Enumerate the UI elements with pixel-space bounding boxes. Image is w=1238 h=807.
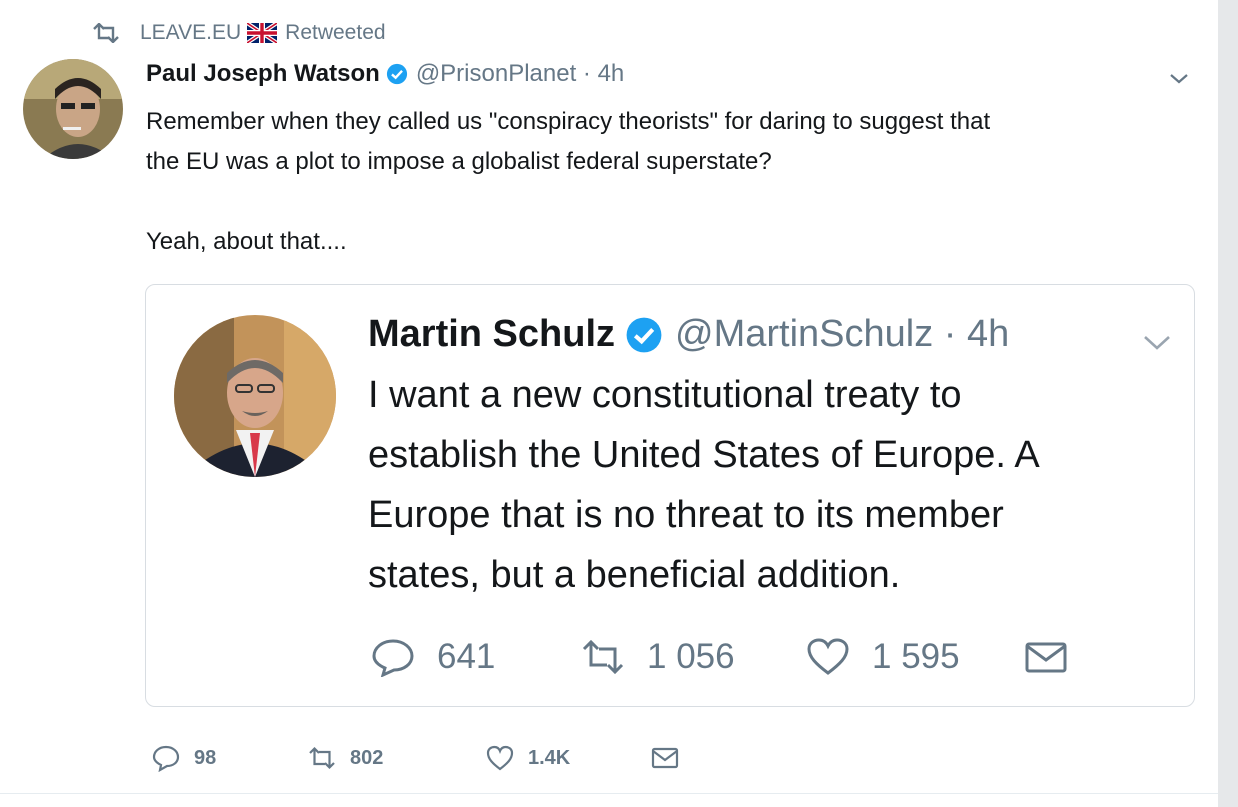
tweet-header: Paul Joseph Watson @PrisonPlanet · 4h <box>146 60 624 88</box>
tweet-text-line: the EU was a plot to impose a globalist … <box>146 148 772 175</box>
retweet-icon <box>309 746 335 770</box>
quoted-author-avatar[interactable] <box>174 315 336 477</box>
reply-icon <box>152 745 180 772</box>
tweet-text-line <box>146 182 1196 222</box>
tweet-card[interactable]: LEAVE.EU Retweeted Paul Joseph Watson @P… <box>0 0 1218 807</box>
quoted-text-line: Europe that is no threat to its member <box>368 494 1004 536</box>
author-name[interactable]: Paul Joseph Watson <box>146 60 380 88</box>
retweet-icon <box>582 639 624 675</box>
quoted-reply-button[interactable]: 641 <box>371 637 581 677</box>
direct-message-icon <box>651 747 679 769</box>
quoted-text-line: states, but a beneficial addition. <box>368 554 901 596</box>
quoted-text-line: I want a new constitutional treaty to <box>368 374 962 416</box>
quoted-tweet-header: Martin Schulz @MartinSchulz · 4h <box>368 313 1009 356</box>
chevron-down-icon[interactable] <box>1141 331 1173 353</box>
quoted-text-line: establish the United States of Europe. A <box>368 434 1040 476</box>
reply-count: 98 <box>194 746 217 769</box>
quoted-retweet-count: 1 056 <box>647 637 735 676</box>
direct-message-icon <box>1025 642 1067 673</box>
like-count: 1.4K <box>528 746 571 769</box>
retweet-icon <box>93 23 119 43</box>
verified-badge-icon <box>626 317 662 352</box>
like-icon <box>486 745 514 771</box>
chevron-down-icon[interactable] <box>1168 68 1190 88</box>
quoted-author-handle-time[interactable]: @MartinSchulz · 4h <box>675 313 1009 356</box>
quoted-reply-count: 641 <box>437 637 496 676</box>
quoted-action-bar: 641 1 056 1 595 <box>371 633 1090 681</box>
retweeted-label: Retweeted <box>285 21 386 44</box>
quoted-like-count: 1 595 <box>872 637 960 676</box>
reply-button[interactable]: 98 <box>152 744 308 772</box>
like-icon <box>807 638 849 675</box>
tweet-text-line: Remember when they called us "conspiracy… <box>146 108 991 135</box>
like-button[interactable]: 1.4K <box>486 744 651 772</box>
tweet-text: Remember when they called us "conspiracy… <box>146 102 1196 262</box>
author-handle-time[interactable]: @PrisonPlanet · 4h <box>416 60 624 88</box>
quoted-author-name[interactable]: Martin Schulz <box>368 313 615 356</box>
retweet-count: 802 <box>350 746 384 769</box>
quoted-dm-button[interactable] <box>1024 637 1090 677</box>
uk-flag-icon <box>247 23 278 43</box>
retweet-button[interactable]: 802 <box>308 744 486 772</box>
author-avatar-image <box>23 59 123 159</box>
quoted-tweet-text: I want a new constitutional treaty to es… <box>368 365 1178 605</box>
quoted-like-button[interactable]: 1 595 <box>806 637 1024 677</box>
reply-icon <box>372 639 414 677</box>
dm-button[interactable] <box>651 744 693 772</box>
author-avatar[interactable] <box>23 59 123 159</box>
scrollbar[interactable] <box>1218 0 1238 807</box>
tweet-divider <box>0 793 1218 794</box>
retweeter-name[interactable]: LEAVE.EU <box>140 21 241 45</box>
verified-badge-icon <box>386 63 407 85</box>
tweet-action-bar: 98 802 1.4K <box>152 740 693 776</box>
retweet-context: LEAVE.EU Retweeted <box>92 18 386 48</box>
tweet-text-line: Yeah, about that.... <box>146 228 347 255</box>
quoted-avatar-image <box>174 315 336 477</box>
quoted-retweet-button[interactable]: 1 056 <box>581 637 806 677</box>
quoted-tweet[interactable]: Martin Schulz @MartinSchulz · 4h I want … <box>145 284 1195 707</box>
